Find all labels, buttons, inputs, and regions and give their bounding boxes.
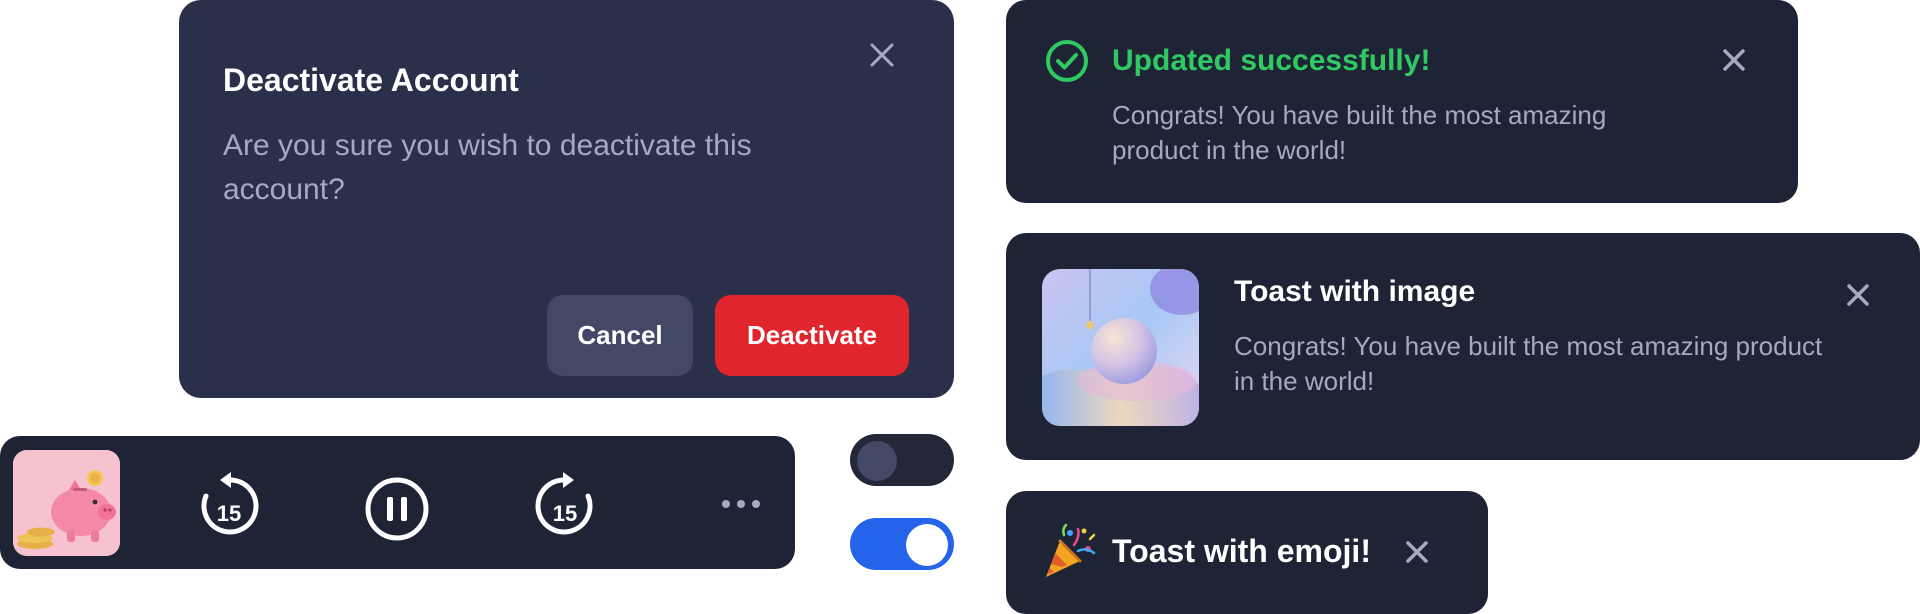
deactivate-button[interactable]: Deactivate xyxy=(715,295,909,376)
forward-seconds-label: 15 xyxy=(553,501,577,526)
more-options-icon[interactable] xyxy=(720,498,762,510)
toast-with-image: Toast with image Congrats! You have buil… xyxy=(1006,233,1920,460)
cancel-button[interactable]: Cancel xyxy=(547,295,693,376)
close-icon[interactable] xyxy=(865,38,899,72)
toast-title: Toast with emoji! xyxy=(1112,533,1371,569)
toast-title: Updated successfully! xyxy=(1112,44,1431,77)
forward-15-icon[interactable]: 15 xyxy=(534,472,596,538)
close-icon[interactable] xyxy=(1403,538,1431,566)
rewind-seconds-label: 15 xyxy=(217,501,241,526)
media-player: 15 15 xyxy=(0,436,795,569)
toast-body: Congrats! You have built the most amazin… xyxy=(1234,331,1823,396)
rewind-15-icon[interactable]: 15 xyxy=(198,472,260,538)
toggle-knob xyxy=(857,441,897,481)
toggle-knob xyxy=(906,524,948,566)
toast-with-emoji: Toast with emoji! xyxy=(1006,491,1488,614)
toast-success: Updated successfully! Congrats! You have… xyxy=(1006,0,1798,203)
toast-body: Congrats! You have built the most amazin… xyxy=(1112,100,1607,165)
piggy-bank-image xyxy=(13,450,120,556)
check-circle-icon xyxy=(1046,40,1088,82)
toggle-switch-on[interactable] xyxy=(850,518,954,570)
abstract-sphere-image xyxy=(1042,269,1199,426)
modal-title: Deactivate Account xyxy=(223,62,519,98)
pause-icon[interactable] xyxy=(364,476,430,542)
modal-body-text: Are you sure you wish to deactivate this… xyxy=(223,129,752,206)
toast-title: Toast with image xyxy=(1234,275,1476,308)
close-icon[interactable] xyxy=(1844,281,1872,309)
close-icon[interactable] xyxy=(1720,46,1748,74)
party-popper-icon xyxy=(1046,523,1096,577)
deactivate-account-modal: Deactivate Account Are you sure you wish… xyxy=(179,0,954,398)
toggle-switch-off[interactable] xyxy=(850,434,954,486)
